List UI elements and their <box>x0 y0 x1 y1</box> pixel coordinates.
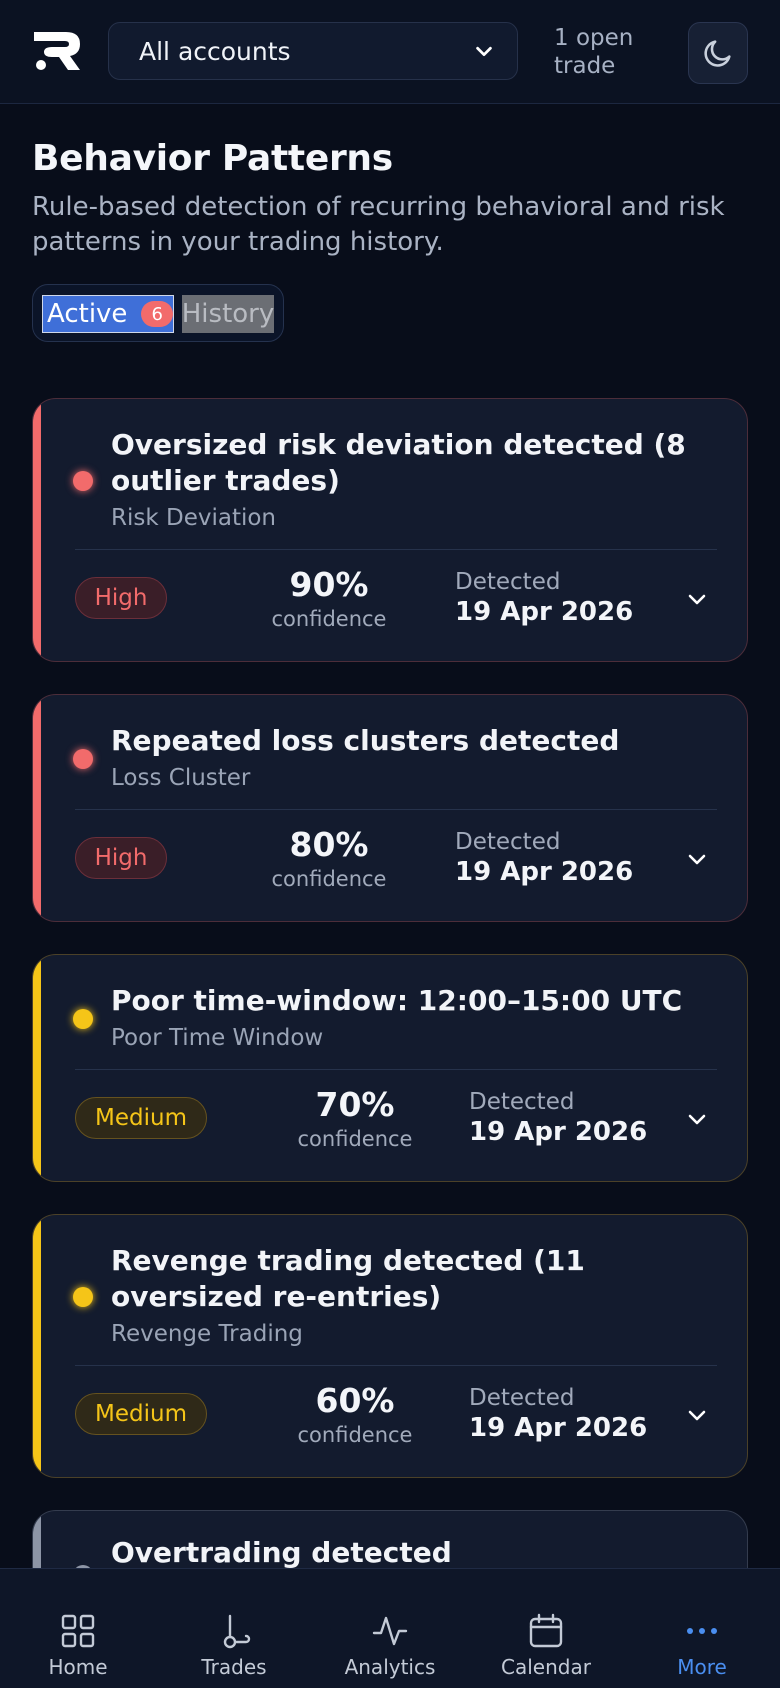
divider <box>75 1365 717 1366</box>
confidence-value: 90% <box>289 565 369 604</box>
detected-date: 19 Apr 2026 <box>455 857 634 887</box>
account-select-value: All accounts <box>139 36 291 66</box>
chevron-down-icon[interactable] <box>685 847 709 871</box>
confidence-label: confidence <box>271 607 387 631</box>
severity-badge: Medium <box>75 1097 207 1139</box>
detected-date: 19 Apr 2026 <box>455 597 634 627</box>
pattern-category: Revenge Trading <box>111 1321 303 1347</box>
detected-label: Detected <box>455 569 561 595</box>
pattern-category: Risk Deviation <box>111 505 276 531</box>
confidence-value: 60% <box>315 1381 395 1420</box>
severity-stripe <box>33 695 41 921</box>
severity-badge: High <box>75 577 167 619</box>
open-trades-indicator[interactable]: 1 open trade <box>554 24 644 80</box>
pattern-card[interactable]: Poor time-window: 12:00–15:00 UTC Poor T… <box>32 954 748 1182</box>
pattern-tabs: Active 6 History <box>32 284 284 342</box>
detected-date: 19 Apr 2026 <box>469 1413 648 1443</box>
detected-label: Detected <box>469 1089 575 1115</box>
pattern-category: Poor Time Window <box>111 1025 324 1051</box>
chevron-down-icon <box>476 46 492 57</box>
nav-calendar[interactable]: Calendar <box>468 1569 624 1688</box>
tab-active[interactable]: Active 6 <box>42 295 174 333</box>
chevron-down-icon[interactable] <box>685 1107 709 1131</box>
severity-stripe <box>33 1215 41 1477</box>
active-count-badge: 6 <box>141 301 173 327</box>
pattern-category: Loss Cluster <box>111 765 251 791</box>
nav-home[interactable]: Home <box>0 1569 156 1688</box>
nav-home-label: Home <box>48 1655 108 1679</box>
chevron-down-icon[interactable] <box>685 587 709 611</box>
page-title: Behavior Patterns <box>32 138 393 179</box>
tab-history[interactable]: History <box>182 295 274 333</box>
confidence-value: 70% <box>315 1085 395 1124</box>
confidence-value: 80% <box>289 825 369 864</box>
logo-icon[interactable] <box>32 30 82 72</box>
severity-badge: Medium <box>75 1393 207 1435</box>
detected-label: Detected <box>455 829 561 855</box>
more-dots-icon <box>687 1628 717 1634</box>
pattern-title: Oversized risk deviation detected (8 out… <box>111 428 686 497</box>
severity-stripe <box>33 399 41 661</box>
confidence-label: confidence <box>297 1423 413 1447</box>
bottom-nav: Home Trades Analytics Calendar More <box>0 1568 780 1688</box>
divider <box>75 1069 717 1070</box>
pattern-card[interactable]: Oversized risk deviation detected (8 out… <box>32 398 748 662</box>
page-subtitle: Rule-based detection of recurring behavi… <box>32 192 725 257</box>
severity-dot <box>73 471 93 491</box>
detected-label: Detected <box>469 1385 575 1411</box>
divider <box>75 809 717 810</box>
pattern-title: Poor time-window: 12:00–15:00 UTC <box>111 984 683 1017</box>
account-select[interactable]: All accounts <box>108 22 518 80</box>
nav-trades[interactable]: Trades <box>156 1569 312 1688</box>
nav-analytics[interactable]: Analytics <box>312 1569 468 1688</box>
nav-trades-label: Trades <box>201 1655 267 1679</box>
severity-dot <box>73 749 93 769</box>
confidence-label: confidence <box>297 1127 413 1151</box>
chevron-down-icon[interactable] <box>685 1403 709 1427</box>
detected-date: 19 Apr 2026 <box>469 1117 648 1147</box>
pattern-title: Repeated loss clusters detected <box>111 724 620 757</box>
nav-more-label: More <box>677 1655 727 1679</box>
divider <box>75 549 717 550</box>
nav-more[interactable]: More <box>624 1569 780 1688</box>
nav-analytics-label: Analytics <box>344 1655 436 1679</box>
tab-active-label: Active <box>47 299 128 329</box>
pattern-title: Revenge trading detected (11 oversized r… <box>111 1244 585 1313</box>
calendar-icon <box>529 1613 563 1648</box>
severity-stripe <box>33 955 41 1181</box>
severity-dot <box>73 1009 93 1029</box>
pulse-icon <box>372 1616 408 1646</box>
pattern-title: Overtrading detected <box>111 1536 452 1569</box>
moon-icon <box>704 40 731 67</box>
severity-badge: High <box>75 837 167 879</box>
nav-calendar-label: Calendar <box>501 1655 591 1679</box>
theme-toggle-button[interactable] <box>688 22 748 84</box>
severity-dot <box>73 1287 93 1307</box>
pattern-card[interactable]: Repeated loss clusters detected Loss Clu… <box>32 694 748 922</box>
top-bar: All accounts 1 open trade <box>0 0 780 104</box>
pattern-card[interactable]: Revenge trading detected (11 oversized r… <box>32 1214 748 1478</box>
confidence-label: confidence <box>271 867 387 891</box>
grid-icon <box>61 1614 95 1648</box>
trades-icon <box>223 1614 251 1649</box>
